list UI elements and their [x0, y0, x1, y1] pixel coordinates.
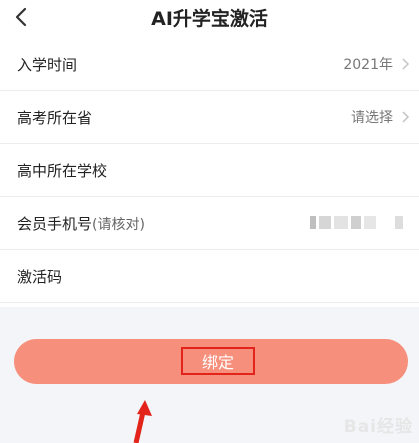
high-school-label: 高中所在学校 [17, 161, 108, 180]
enrollment-year-label: 入学时间 [17, 55, 78, 74]
chevron-right-icon [402, 111, 410, 123]
activation-code-row[interactable]: 激活码 [0, 250, 419, 303]
page-title: AI升学宝激活 [151, 8, 268, 30]
enrollment-year-value: 2021年 [343, 57, 393, 73]
high-school-row[interactable]: 高中所在学校 [0, 144, 419, 197]
exam-province-row[interactable]: 高考所在省 请选择 [0, 91, 419, 144]
enrollment-year-row[interactable]: 入学时间 2021年 [0, 38, 419, 91]
header-bar: AI升学宝激活 [0, 0, 419, 36]
member-phone-row[interactable]: 会员手机号(请核对) [0, 197, 419, 250]
activation-form: 入学时间 2021年 高考所在省 请选择 高中所在学校 会员手机号(请核对) 激… [0, 38, 419, 303]
exam-province-label: 高考所在省 [17, 108, 93, 127]
watermark: Bai经验 [343, 417, 413, 437]
phone-number-masked [310, 216, 403, 229]
exam-province-value: 请选择 [351, 110, 393, 126]
activation-code-label: 激活码 [17, 267, 63, 286]
member-phone-label: 会员手机号(请核对) [17, 214, 145, 233]
bind-button-label[interactable]: 绑定 [181, 347, 255, 375]
member-phone-hint: (请核对) [92, 216, 145, 233]
red-arrow-annotation-icon [133, 400, 152, 443]
chevron-right-icon [402, 58, 410, 70]
